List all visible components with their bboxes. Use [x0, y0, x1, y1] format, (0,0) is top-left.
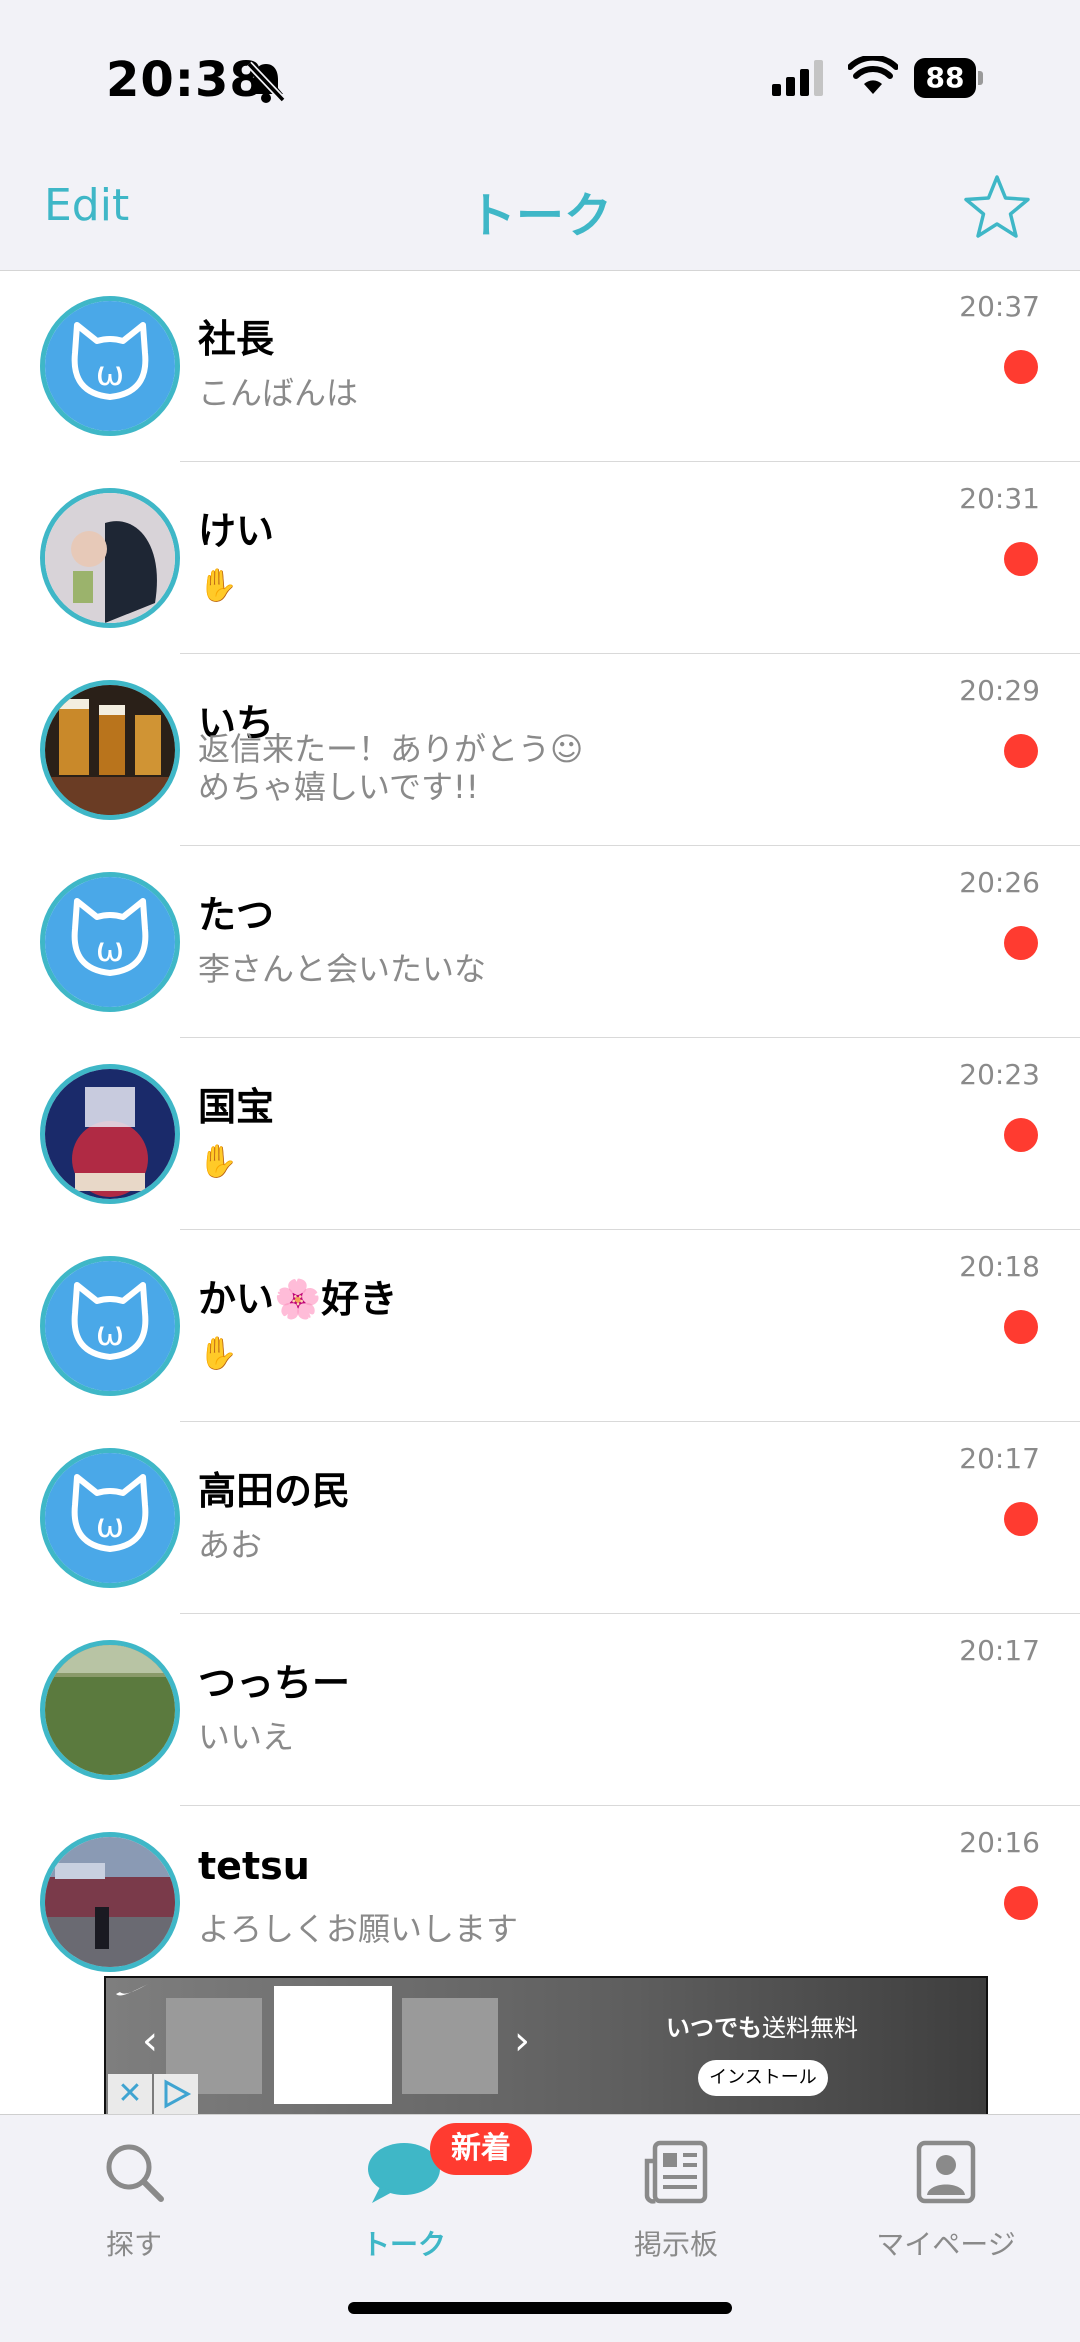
message-time: 20:18 — [959, 1250, 1040, 1283]
message-time: 20:16 — [959, 1826, 1040, 1859]
page-title: トーク — [467, 188, 612, 244]
avatar[interactable] — [40, 1064, 180, 1204]
tab-label: 掲示板 — [633, 2228, 718, 2261]
avatar[interactable]: ω — [40, 1256, 180, 1396]
star-icon[interactable] — [962, 172, 1032, 242]
conversation-row[interactable]: ω かい🌸好き ✋ 20:18 — [0, 1230, 1080, 1422]
battery-icon: 88 — [914, 58, 984, 98]
brand-logo — [116, 1984, 148, 1996]
conversation-row[interactable]: tetsu よろしくお願いします 20:16 — [0, 1806, 1080, 1998]
message-preview: ✋ — [198, 1142, 238, 1180]
ad-banner[interactable]: ‹ › いつでも送料無料 インストール ✕ — [104, 1976, 988, 2116]
unread-dot — [1004, 1118, 1038, 1152]
avatar[interactable]: ω — [40, 296, 180, 436]
unread-dot — [1004, 926, 1038, 960]
tab-label: トーク — [361, 2228, 446, 2261]
newspaper-icon — [644, 2140, 708, 2204]
bell-slash-icon — [246, 61, 286, 103]
tab-search[interactable]: 探す — [24, 2129, 244, 2261]
ad-close-icon[interactable]: ✕ — [108, 2074, 152, 2114]
unread-dot — [1004, 1886, 1038, 1920]
avatar[interactable] — [40, 1640, 180, 1780]
message-preview: 返信来たー！ありがとう☺ めちゃ嬉しいです!! — [198, 730, 584, 806]
ad-headline: いつでも送料無料 — [666, 2014, 858, 2042]
message-preview: よろしくお願いします — [198, 1910, 519, 1948]
cellular-signal-icon — [772, 60, 823, 96]
search-icon — [106, 2144, 164, 2202]
svg-text:ω: ω — [96, 1314, 124, 1354]
ad-info-icon[interactable] — [154, 2074, 198, 2114]
message-preview: いいえ — [198, 1718, 295, 1756]
new-badge: 新着 — [430, 2123, 532, 2175]
navigation-bar: Edit トーク — [0, 150, 1080, 271]
conversation-row[interactable]: つっちーいいえ 20:17 — [0, 1614, 1080, 1806]
avatar[interactable] — [40, 488, 180, 628]
message-time: 20:26 — [959, 866, 1040, 899]
message-time: 20:37 — [959, 290, 1040, 323]
battery-level: 88 — [914, 58, 976, 98]
wifi-icon — [848, 56, 898, 94]
message-time: 20:31 — [959, 482, 1040, 515]
ad-product-image[interactable] — [274, 1986, 392, 2104]
svg-text:ω: ω — [96, 1506, 124, 1546]
message-preview: ✋ — [198, 1334, 238, 1372]
tab-label: 探す — [105, 2228, 162, 2261]
tab-my-page[interactable]: マイページ — [836, 2129, 1056, 2261]
ad-install-button[interactable]: インストール — [698, 2060, 828, 2096]
conversation-row[interactable]: ω 高田の民あお 20:17 — [0, 1422, 1080, 1614]
contact-name: 国宝 — [198, 1085, 275, 1129]
unread-dot — [1004, 1310, 1038, 1344]
svg-text:ω: ω — [96, 930, 124, 970]
message-time: 20:17 — [959, 1442, 1040, 1475]
contact-name: 高田の民 — [198, 1469, 351, 1513]
home-indicator — [348, 2302, 732, 2314]
unread-dot — [1004, 1502, 1038, 1536]
conversation-row[interactable]: けい ✋ 20:31 — [0, 462, 1080, 654]
conversation-row[interactable]: ω たつ李さんと会いたいな 20:26 — [0, 846, 1080, 1038]
conversation-list: ω 社長 こんばんは 20:37 けい ✋ 20:31 いち 返信来たー！ありがとう☺ めちゃ嬉… — [0, 270, 1080, 1998]
tab-bulletin-board[interactable]: 掲示板 — [566, 2129, 786, 2261]
avatar[interactable]: ω — [40, 872, 180, 1012]
status-time: 20:38 — [106, 52, 264, 108]
contact-name: たつ — [198, 893, 275, 937]
contact-name: つっちー — [198, 1661, 351, 1705]
ad-next-arrow-icon[interactable]: › — [514, 2018, 530, 2064]
contact-name: 社長 — [198, 317, 275, 361]
message-preview: あお — [198, 1526, 263, 1564]
message-preview: ✋ — [198, 566, 238, 604]
conversation-row[interactable]: ω 社長こんばんは 20:37 — [0, 270, 1080, 462]
status-bar: 20:38 88 — [0, 0, 1080, 150]
message-time: 20:29 — [959, 674, 1040, 707]
message-time: 20:17 — [959, 1634, 1040, 1667]
message-time: 20:23 — [959, 1058, 1040, 1091]
ad-product-image[interactable] — [402, 1998, 498, 2094]
avatar[interactable] — [40, 1832, 180, 1972]
ad-prev-arrow-icon[interactable]: ‹ — [142, 2018, 158, 2064]
profile-icon — [916, 2140, 976, 2204]
avatar[interactable] — [40, 680, 180, 820]
conversation-row[interactable]: 国宝 ✋ 20:23 — [0, 1038, 1080, 1230]
unread-dot — [1004, 350, 1038, 384]
unread-dot — [1004, 734, 1038, 768]
unread-dot — [1004, 542, 1038, 576]
avatar[interactable]: ω — [40, 1448, 180, 1588]
contact-name: けい — [198, 509, 275, 553]
message-preview: こんばんは — [198, 374, 359, 412]
contact-name: かい🌸好き — [198, 1277, 398, 1321]
tab-label: マイページ — [876, 2228, 1016, 2261]
conversation-row[interactable]: いち 返信来たー！ありがとう☺ めちゃ嬉しいです!! 20:29 — [0, 654, 1080, 846]
contact-name: tetsu — [198, 1844, 310, 1888]
message-preview: 李さんと会いたいな — [198, 950, 487, 988]
svg-text:ω: ω — [96, 354, 124, 394]
